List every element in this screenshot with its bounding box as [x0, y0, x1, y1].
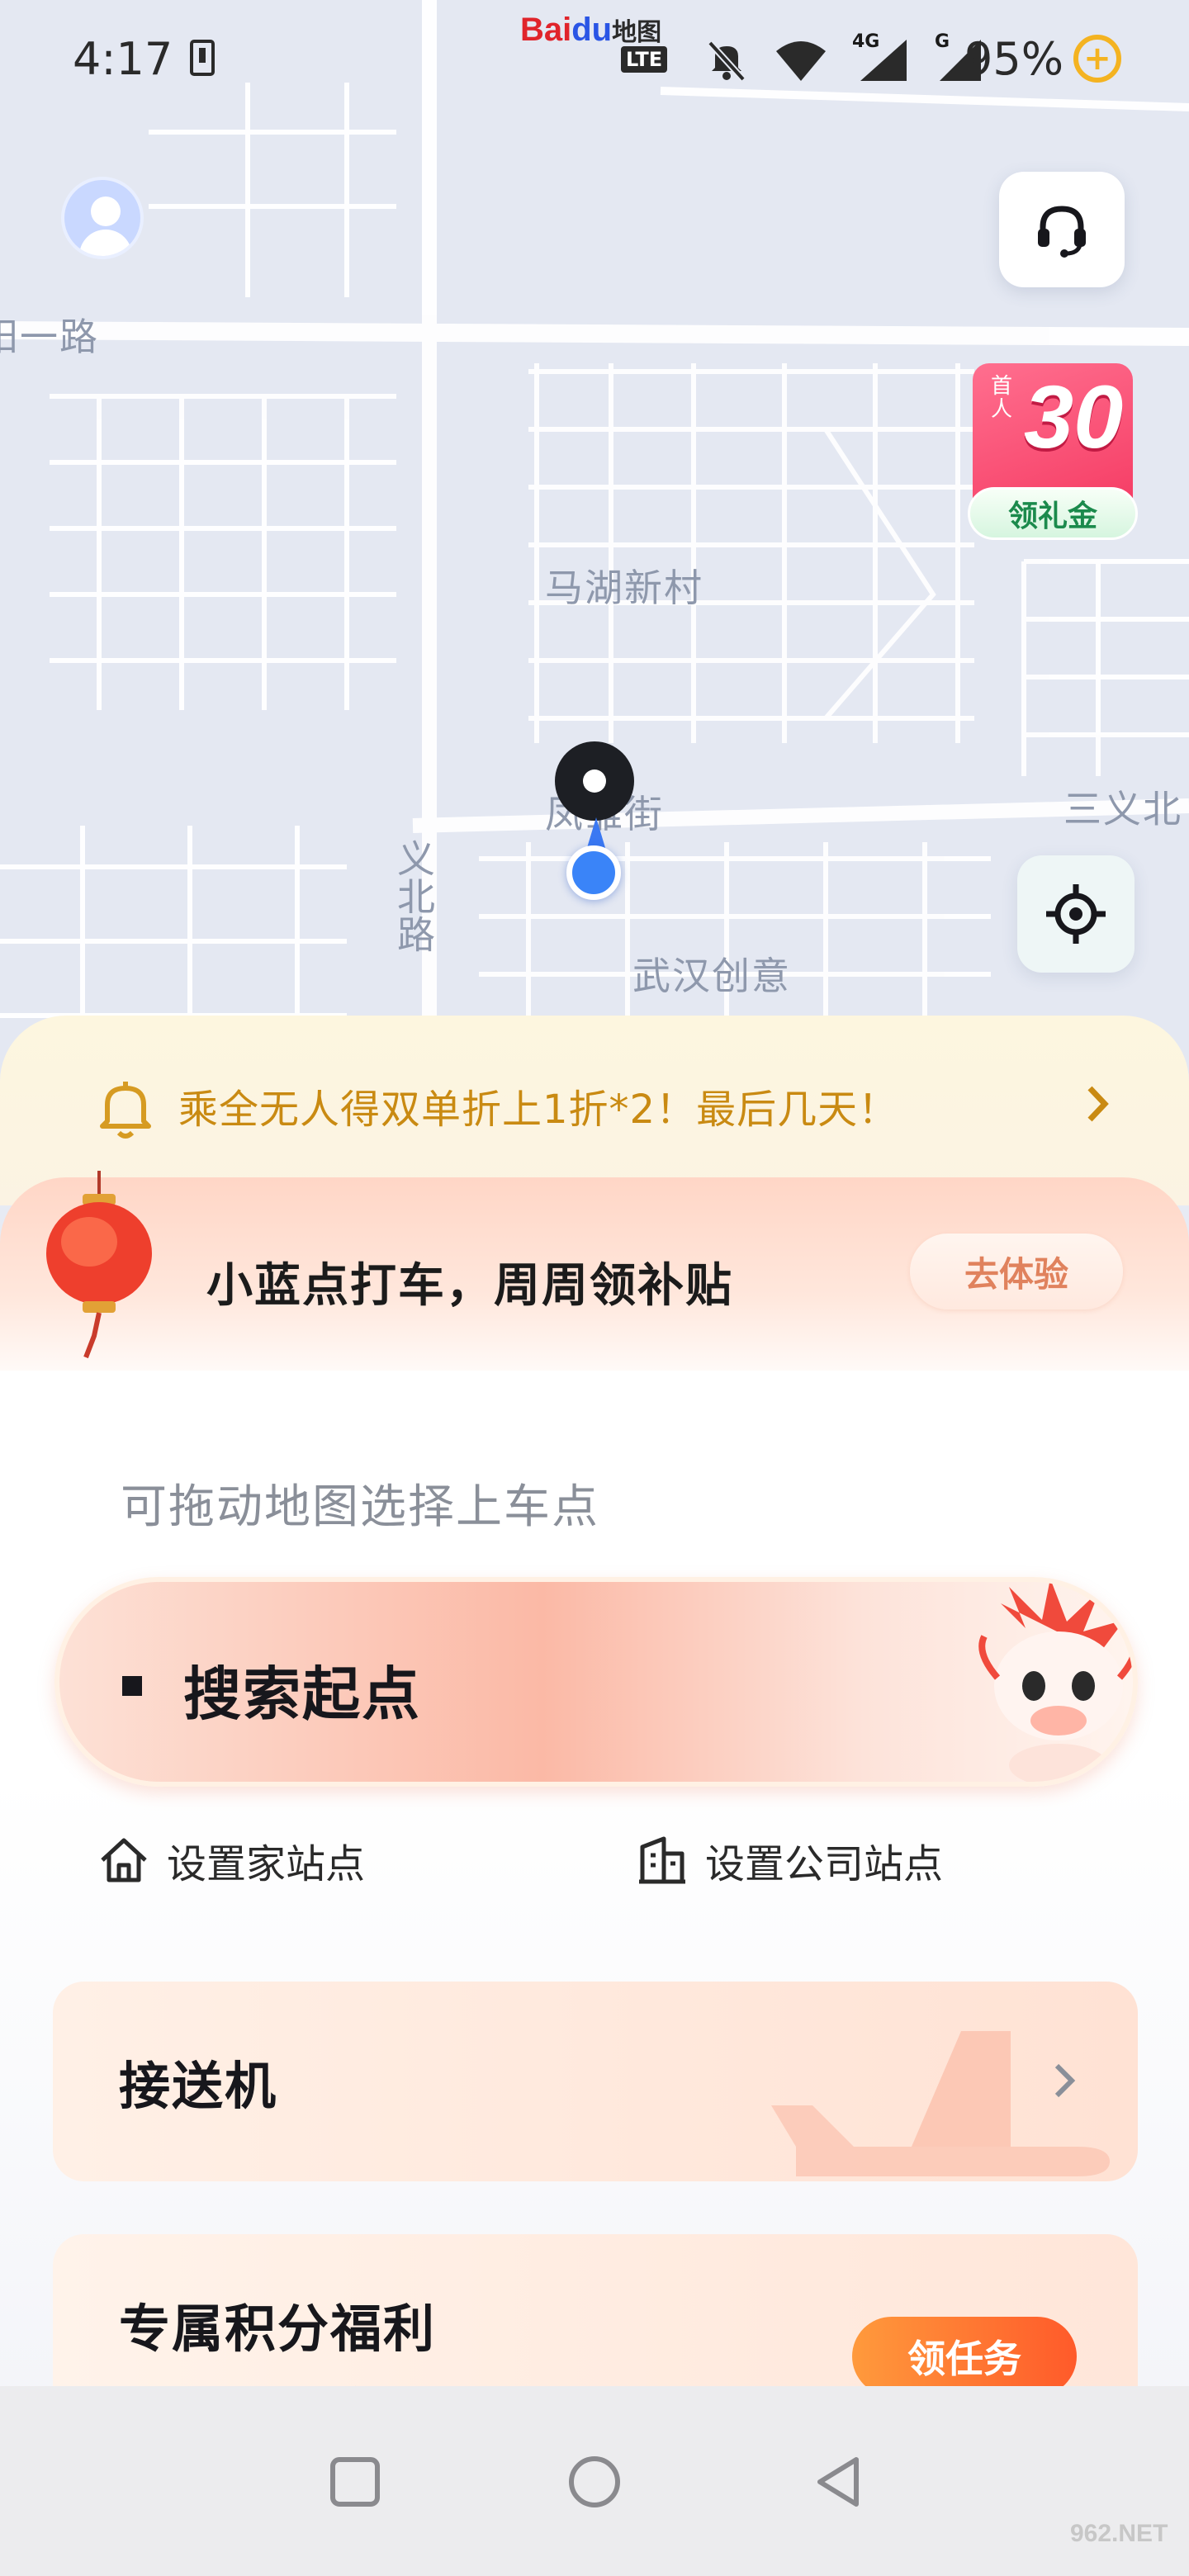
map-label-village: 马湖新村 [545, 566, 703, 610]
points-title: 专属积分福利 [119, 2299, 437, 2359]
home-icon [101, 1838, 147, 1882]
lte-badge: LTE [621, 46, 668, 73]
office-icon [639, 1836, 685, 1884]
gift-first-label: 首人 [991, 374, 1013, 422]
customer-service-button[interactable] [999, 172, 1125, 287]
bottom-sheet: 乘全无人得双单折上1折*2！最后几天！ 小蓝点打车，周周领补贴 去体验 可拖动地… [0, 1016, 1189, 2482]
headset-icon [1038, 206, 1086, 258]
map-label-road-left: 阳一路 [0, 315, 99, 359]
promo-title: 小蓝点打车，周周领补贴 [206, 1259, 733, 1313]
gift-claim-label: 领礼金 [968, 487, 1138, 540]
drag-map-hint: 可拖动地图选择上车点 [121, 1480, 599, 1534]
signal-4g-icon: 4G [852, 31, 910, 83]
status-icons: 4G G [703, 31, 984, 86]
current-location-dot [566, 845, 621, 900]
set-office-label: 设置公司站点 [705, 1841, 944, 1887]
dragon-mascot-icon [978, 1582, 1133, 1782]
battery-saver-icon: + [1073, 35, 1121, 83]
map-label-place: 武汉创意 [632, 954, 791, 998]
pickup-pin-icon[interactable] [555, 741, 634, 821]
system-nav-bar [0, 2386, 1189, 2576]
lantern-icon [46, 1171, 152, 1359]
crosshair-icon [1046, 884, 1106, 944]
chevron-right-icon [1054, 2063, 1076, 2098]
set-home-label: 设置家站点 [167, 1841, 366, 1887]
mute-bell-icon [708, 40, 746, 82]
search-start-label: 搜索起点 [183, 1660, 421, 1728]
status-time: 4:17 [73, 33, 173, 85]
set-home-button[interactable]: 设置家站点 [97, 1823, 365, 1897]
promo-banner[interactable]: 小蓝点打车，周周领补贴 去体验 [0, 1171, 1189, 1392]
wifi-icon [776, 41, 826, 81]
search-start-field[interactable]: 搜索起点 [54, 1577, 1138, 1787]
back-triangle-icon [817, 2457, 859, 2507]
status-bar: 4:17 Baidu地图 LTE 4G G 95% + [0, 0, 1189, 124]
start-marker-icon [122, 1676, 142, 1696]
pickup-panel: 可拖动地图选择上车点 搜索起点 设置家站点 设置公司站点 接送机 专属积分福利 … [0, 1371, 1189, 2482]
bell-icon [100, 1082, 151, 1139]
map-label-road-right: 三义北 [1063, 787, 1182, 831]
circle-icon [569, 2456, 620, 2507]
home-nav-button[interactable] [553, 2441, 636, 2523]
user-avatar[interactable] [61, 177, 144, 259]
recents-button[interactable] [314, 2441, 396, 2523]
chevron-right-icon [1087, 1086, 1109, 1122]
airport-title: 接送机 [119, 2056, 278, 2116]
gift-amount: 30 [1024, 367, 1124, 466]
notice-text: 乘全无人得双单折上1折*2！最后几天！ [178, 1087, 899, 1133]
avatar-head [91, 197, 121, 226]
locate-button[interactable] [1017, 855, 1135, 973]
watermark: 962.NET [1070, 2520, 1168, 2547]
back-button[interactable] [798, 2441, 880, 2523]
baidu-logo: Baidu地图 [520, 12, 662, 48]
try-button[interactable]: 去体验 [910, 1234, 1123, 1309]
download-icon [190, 40, 215, 76]
set-office-button[interactable]: 设置公司站点 [636, 1823, 943, 1897]
map-label-road-vertical: 义北路 [391, 839, 436, 953]
square-icon [330, 2457, 380, 2507]
airport-transfer-card[interactable]: 接送机 [53, 1982, 1138, 2181]
battery-level: 95% [964, 33, 1064, 85]
gift-coupon-badge[interactable]: 首人 30 领礼金 [966, 363, 1139, 548]
claim-task-button[interactable]: 领任务 [852, 2317, 1077, 2396]
avatar-body [79, 230, 132, 256]
